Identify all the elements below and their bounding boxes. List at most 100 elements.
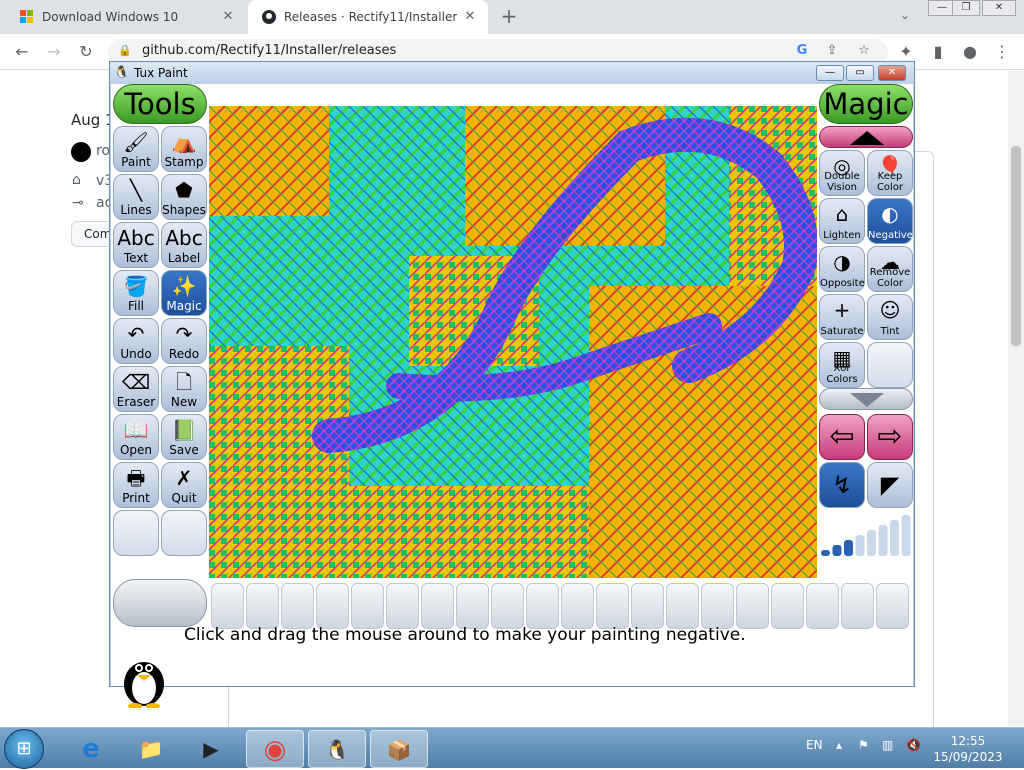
color-swatch[interactable] (771, 583, 804, 629)
size-bar[interactable] (832, 545, 842, 556)
color-swatch[interactable] (701, 583, 734, 629)
close-tab-icon[interactable]: ✕ (462, 9, 478, 25)
tool-eraser-button[interactable]: ⌫ Eraser (113, 366, 159, 412)
tool-lines-button[interactable]: ╲ Lines (113, 174, 159, 220)
reload-icon[interactable]: ↻ (76, 42, 96, 62)
color-swatch[interactable] (491, 583, 524, 629)
color-swatch[interactable] (456, 583, 489, 629)
new-tab-button[interactable]: + (498, 6, 520, 28)
color-swatch[interactable] (211, 583, 244, 629)
color-swatch[interactable] (596, 583, 629, 629)
close-tab-icon[interactable]: ✕ (220, 9, 236, 25)
tp-maximize-button[interactable]: ▭ (846, 65, 874, 81)
chrome-taskbar-button[interactable]: ◉ (246, 730, 304, 768)
right-arrow-button[interactable]: ⇨ (867, 414, 913, 460)
author-name[interactable]: ro (96, 143, 110, 159)
scrollbar-thumb[interactable] (1011, 146, 1021, 346)
magic-lighten-button[interactable]: ⌂ Lighten (819, 198, 865, 244)
language-indicator[interactable]: EN (806, 738, 823, 752)
tool-text-button[interactable]: Abc Text (113, 222, 159, 268)
size-bar[interactable] (844, 540, 853, 556)
extensions-puzzle-icon[interactable]: ✦ (896, 42, 916, 62)
author-avatar[interactable] (71, 142, 91, 162)
magic-scroll-down-button[interactable] (819, 388, 913, 410)
side-panel-icon[interactable]: ▮ (928, 42, 948, 62)
magic-remove-color-button[interactable]: ☁ Remove Color (867, 246, 913, 292)
tuxpaint-taskbar-taskbar-button[interactable]: 🐧 (308, 730, 366, 768)
tool-quit-button[interactable]: ✗ Quit (161, 462, 207, 508)
magic-tint-button[interactable]: ☺ Tint (867, 294, 913, 340)
tool-undo-button[interactable]: ↶ Undo (113, 318, 159, 364)
size-bar[interactable] (901, 515, 911, 556)
size-bar[interactable] (878, 525, 888, 556)
color-swatch[interactable] (421, 583, 454, 629)
size-bar[interactable] (855, 535, 865, 556)
tool-shapes-button[interactable]: ⬟ Shapes (161, 174, 207, 220)
magic-scroll-up-button[interactable] (819, 126, 913, 148)
fullscreen-mode-button[interactable]: ◤ (867, 462, 913, 508)
system-clock[interactable]: 12:55 15/09/2023 (930, 733, 1006, 765)
color-swatch[interactable] (841, 583, 874, 629)
action-center-flag-icon[interactable]: ⚑ (858, 738, 869, 752)
tab-search-chevron-icon[interactable]: ⌄ (896, 8, 914, 26)
size-bar[interactable] (821, 550, 830, 556)
color-swatch[interactable] (526, 583, 559, 629)
magic-saturate-button[interactable]: + Saturate (819, 294, 865, 340)
magic-opposite-button[interactable]: ◑ Opposite (819, 246, 865, 292)
magic-keep-color-button[interactable]: 🎈 Keep Color (867, 150, 913, 196)
tp-minimize-button[interactable]: — (816, 65, 844, 81)
color-swatch[interactable] (806, 583, 839, 629)
tool-stamp-button[interactable]: ⛺ Stamp (161, 126, 207, 172)
size-bar[interactable] (867, 530, 876, 556)
magic-double-vision-button[interactable]: ◎ Double Vision (819, 150, 865, 196)
tab-releases[interactable]: Releases · Rectify11/Installer ✕ (248, 0, 488, 34)
color-swatch[interactable] (631, 583, 664, 629)
tool-save-button[interactable]: 📗 Save (161, 414, 207, 460)
forward-arrow-icon[interactable]: → (44, 42, 64, 62)
tool-fill-button[interactable]: 🪣 Fill (113, 270, 159, 316)
volume-muted-icon[interactable]: 🔇 (906, 738, 921, 752)
back-arrow-icon[interactable]: ← (12, 42, 32, 62)
tool-new-button[interactable]: 🗋 New (161, 366, 207, 412)
profile-avatar-icon[interactable]: ● (960, 42, 980, 62)
size-selector[interactable] (819, 512, 913, 558)
page-scrollbar[interactable] (1008, 71, 1024, 726)
color-swatch[interactable] (281, 583, 314, 629)
magic-negative-button[interactable]: ◐ Negative (867, 198, 913, 244)
magic-xor-colors-button[interactable]: ▦ Xor Colors (819, 342, 865, 388)
bookmark-star-icon[interactable]: ☆ (856, 43, 872, 59)
tool-paint-button[interactable]: 🖌 Paint (113, 126, 159, 172)
network-icon[interactable]: ▥ (882, 738, 893, 752)
restore-button[interactable]: ❐ (952, 0, 980, 16)
color-swatch[interactable] (351, 583, 384, 629)
color-swatch[interactable] (246, 583, 279, 629)
internet-explorer-taskbar-button[interactable]: e (62, 730, 120, 768)
start-button[interactable]: ⊞ (4, 729, 44, 769)
color-swatch[interactable] (876, 583, 909, 629)
share-icon[interactable]: ⇪ (824, 43, 840, 59)
tool-redo-button[interactable]: ↷ Redo (161, 318, 207, 364)
show-hidden-icons-icon[interactable]: ▴ (836, 738, 842, 752)
color-swatch[interactable] (666, 583, 699, 629)
color-swatch[interactable] (386, 583, 419, 629)
file-explorer-taskbar-button[interactable]: 📁 (122, 730, 180, 768)
installer-package-taskbar-button[interactable]: 📦 (370, 730, 428, 768)
left-arrow-button[interactable]: ⇦ (819, 414, 865, 460)
tuxpaint-titlebar[interactable]: 🐧 Tux Paint — ▭ ✕ (110, 62, 914, 84)
tool-label-button[interactable]: Abc Label (161, 222, 207, 268)
color-swatch[interactable] (736, 583, 769, 629)
tool-print-button[interactable]: 🖶 Print (113, 462, 159, 508)
google-lens-icon[interactable]: G (794, 43, 810, 59)
paint-mode-button[interactable]: ↯ (819, 462, 865, 508)
size-bar[interactable] (890, 520, 899, 556)
tool-magic-button[interactable]: ✨ Magic (161, 270, 207, 316)
tool-open-button[interactable]: 📖 Open (113, 414, 159, 460)
tab-download-windows[interactable]: Download Windows 10 ✕ (6, 0, 246, 34)
menu-kebab-icon[interactable]: ⋮ (992, 42, 1012, 62)
tp-close-button[interactable]: ✕ (878, 65, 906, 81)
color-swatch[interactable] (316, 583, 349, 629)
color-selector-big[interactable] (113, 579, 207, 627)
media-player-taskbar-button[interactable]: ▶ (182, 730, 240, 768)
color-swatch[interactable] (561, 583, 594, 629)
drawing-canvas[interactable] (209, 106, 817, 578)
